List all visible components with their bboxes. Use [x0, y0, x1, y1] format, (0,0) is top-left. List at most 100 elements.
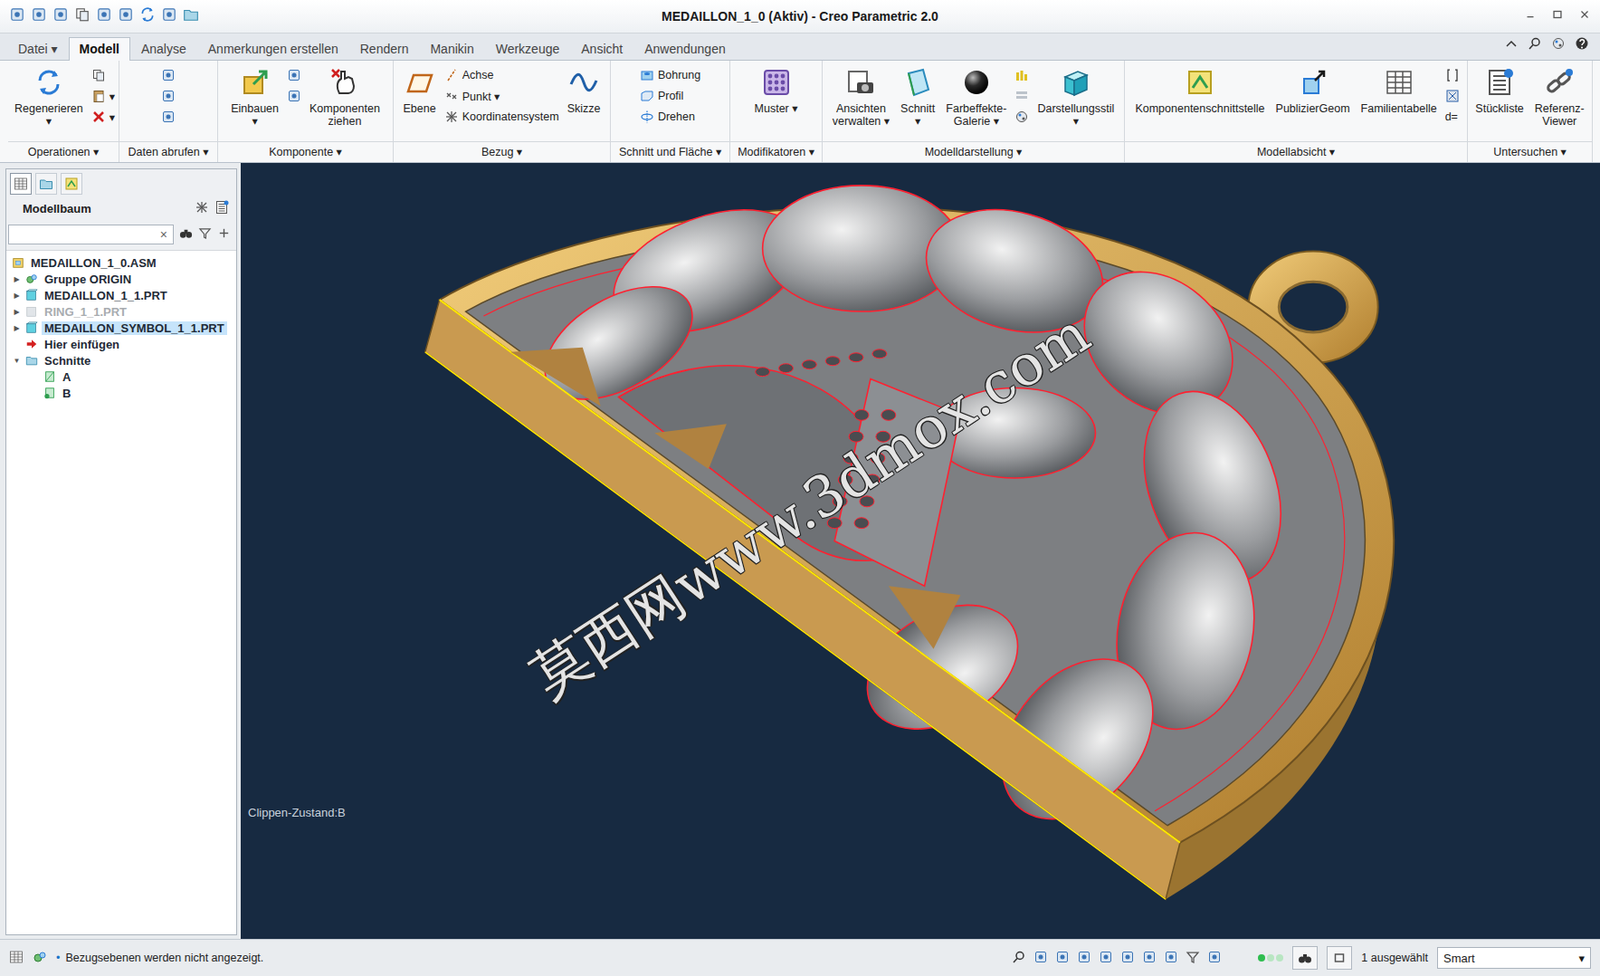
view-tool-button[interactable]: [1011, 949, 1027, 967]
ribbon-small-button[interactable]: ▾: [91, 86, 115, 105]
ribbon-small-button[interactable]: [91, 66, 115, 85]
ribbon-large-button[interactable]: Familientabelle: [1358, 64, 1440, 117]
ribbon-tab[interactable]: Modell: [68, 37, 131, 61]
ribbon-large-button[interactable]: Einbauen▾: [228, 64, 282, 130]
ribbon-small-button[interactable]: [1014, 86, 1029, 105]
ribbon-group-label[interactable]: Modelldarstellung ▾: [822, 141, 1124, 162]
tree-expander[interactable]: ▶: [11, 307, 22, 316]
view-tool-button[interactable]: [1120, 949, 1135, 967]
ribbon-small-button[interactable]: Bohrung: [639, 66, 701, 85]
view-tool-button[interactable]: [1076, 949, 1092, 967]
help-button[interactable]: [1574, 36, 1590, 55]
browser-toggle-button[interactable]: [32, 949, 48, 967]
ribbon-small-button[interactable]: [286, 86, 302, 105]
filter-button[interactable]: [198, 226, 212, 244]
ribbon-large-button[interactable]: Stückliste: [1472, 64, 1527, 117]
tree-expander[interactable]: ▶: [11, 291, 22, 300]
ribbon-small-button[interactable]: [161, 66, 176, 85]
ribbon-small-button[interactable]: [1014, 107, 1029, 126]
ribbon-group-label[interactable]: Operationen ▾: [8, 141, 119, 162]
tree-label[interactable]: MEDAILLON_1_1.PRT: [41, 288, 171, 303]
ribbon-tab[interactable]: Ansicht: [570, 37, 634, 61]
ribbon-group-label[interactable]: Bezug ▾: [393, 141, 610, 162]
quick-access-button[interactable]: [117, 6, 134, 27]
collapse-button[interactable]: [1504, 36, 1519, 55]
tree-item[interactable]: A: [11, 368, 237, 385]
tree-item[interactable]: ▶ MEDAILLON_SYMBOL_1_1.PRT: [11, 319, 237, 336]
tree-toggle-button[interactable]: [9, 949, 24, 967]
ribbon-large-button[interactable]: Referenz-Viewer: [1532, 64, 1588, 130]
ribbon-large-button[interactable]: Schnitt▾: [897, 64, 938, 130]
tree-item[interactable]: ▶ RING_1_1.PRT: [11, 303, 237, 320]
ribbon-small-button[interactable]: d=: [1445, 107, 1460, 126]
ribbon-small-button[interactable]: [1445, 66, 1460, 85]
quick-access-button[interactable]: [95, 6, 113, 27]
tree-item[interactable]: ▼Schnitte: [11, 352, 237, 369]
tree-label[interactable]: A: [59, 370, 74, 384]
ribbon-small-button[interactable]: Drehen: [639, 107, 701, 126]
find-button[interactable]: [179, 226, 193, 244]
view-tool-button[interactable]: [1098, 949, 1114, 967]
minimize-button[interactable]: [1523, 8, 1537, 25]
tree-label[interactable]: Hier einfügen: [41, 337, 123, 352]
ribbon-tab[interactable]: Analyse: [130, 37, 198, 61]
graphics-viewport[interactable]: Clippen-Zustand:B莫西网www.3dmox.com: [240, 162, 1600, 939]
ribbon-group-label[interactable]: Komponente ▾: [218, 141, 393, 162]
community-button[interactable]: [1551, 36, 1566, 55]
tree-item[interactable]: B: [11, 384, 237, 401]
tree-label[interactable]: MEDAILLON_SYMBOL_1_1.PRT: [41, 321, 228, 335]
ribbon-group-label[interactable]: Untersuchen ▾: [1467, 141, 1592, 162]
tree-item[interactable]: ▶ Gruppe ORIGIN: [11, 270, 237, 287]
search-button[interactable]: [1527, 36, 1543, 55]
tree-label[interactable]: MEDAILLON_1_0.ASM: [28, 256, 160, 270]
tree-label[interactable]: Gruppe ORIGIN: [41, 272, 134, 286]
clear-search-button[interactable]: ×: [160, 227, 168, 242]
ribbon-small-button[interactable]: [286, 66, 302, 85]
ribbon-small-button[interactable]: [161, 86, 176, 105]
sidebar-tab[interactable]: [35, 172, 58, 195]
ribbon-group-label[interactable]: Schnitt und Fläche ▾: [610, 141, 730, 162]
view-tool-button[interactable]: [1033, 949, 1048, 967]
selection-filter[interactable]: Smart▾: [1437, 946, 1591, 969]
ribbon-group-label[interactable]: Modellabsicht ▾: [1124, 141, 1467, 162]
view-tool-button[interactable]: [1163, 949, 1179, 967]
sidebar-tab[interactable]: [9, 172, 32, 195]
tree-search-field[interactable]: ×: [8, 224, 174, 245]
tree-label[interactable]: Schnitte: [41, 353, 94, 368]
quick-access-button[interactable]: [182, 6, 200, 27]
ribbon-small-button[interactable]: Profil: [639, 86, 701, 105]
ribbon-large-button[interactable]: Farbeffekte-Galerie ▾: [942, 64, 1010, 130]
ribbon-large-button[interactable]: Ansichtenverwalten ▾: [829, 64, 893, 130]
tree-label[interactable]: RING_1_1.PRT: [41, 304, 130, 319]
ribbon-small-button[interactable]: [1014, 66, 1029, 85]
close-button[interactable]: [1578, 8, 1591, 25]
tree-expander[interactable]: ▶: [11, 323, 22, 333]
ribbon-large-button[interactable]: Ebene: [400, 64, 439, 117]
quick-access-button[interactable]: [52, 6, 69, 27]
quick-access-button[interactable]: [9, 6, 26, 27]
tree-item[interactable]: Hier einfügen: [11, 335, 237, 353]
view-tool-button[interactable]: [1207, 949, 1222, 967]
ribbon-tab[interactable]: Rendern: [349, 37, 420, 61]
ribbon-tab[interactable]: Datei ▾: [7, 37, 69, 61]
ribbon-tab[interactable]: Werkzeuge: [485, 37, 572, 61]
tree-item[interactable]: MEDAILLON_1_0.ASM: [11, 254, 237, 271]
tree-expander[interactable]: ▶: [11, 275, 22, 284]
maximize-button[interactable]: [1551, 8, 1564, 25]
view-tool-button[interactable]: [1185, 949, 1200, 967]
ribbon-small-button[interactable]: Achse: [444, 66, 560, 85]
ribbon-small-button[interactable]: [1445, 86, 1460, 105]
ribbon-group-label[interactable]: Daten abrufen ▾: [119, 141, 218, 162]
find-button[interactable]: [1292, 945, 1318, 970]
ribbon-large-button[interactable]: Darstellungsstil▾: [1034, 64, 1117, 130]
view-tool-button[interactable]: [1142, 949, 1157, 967]
quick-access-button[interactable]: [161, 6, 178, 27]
selection-button[interactable]: [1326, 945, 1353, 970]
add-column-button[interactable]: [217, 226, 231, 244]
ribbon-tab[interactable]: Anwendungen: [633, 37, 737, 61]
show-button[interactable]: [214, 200, 229, 218]
ribbon-large-button[interactable]: Skizze: [564, 64, 604, 117]
tree-label[interactable]: B: [59, 386, 74, 400]
ribbon-large-button[interactable]: Muster ▾: [752, 64, 801, 117]
ribbon-group-label[interactable]: Modifikatoren ▾: [730, 141, 822, 162]
